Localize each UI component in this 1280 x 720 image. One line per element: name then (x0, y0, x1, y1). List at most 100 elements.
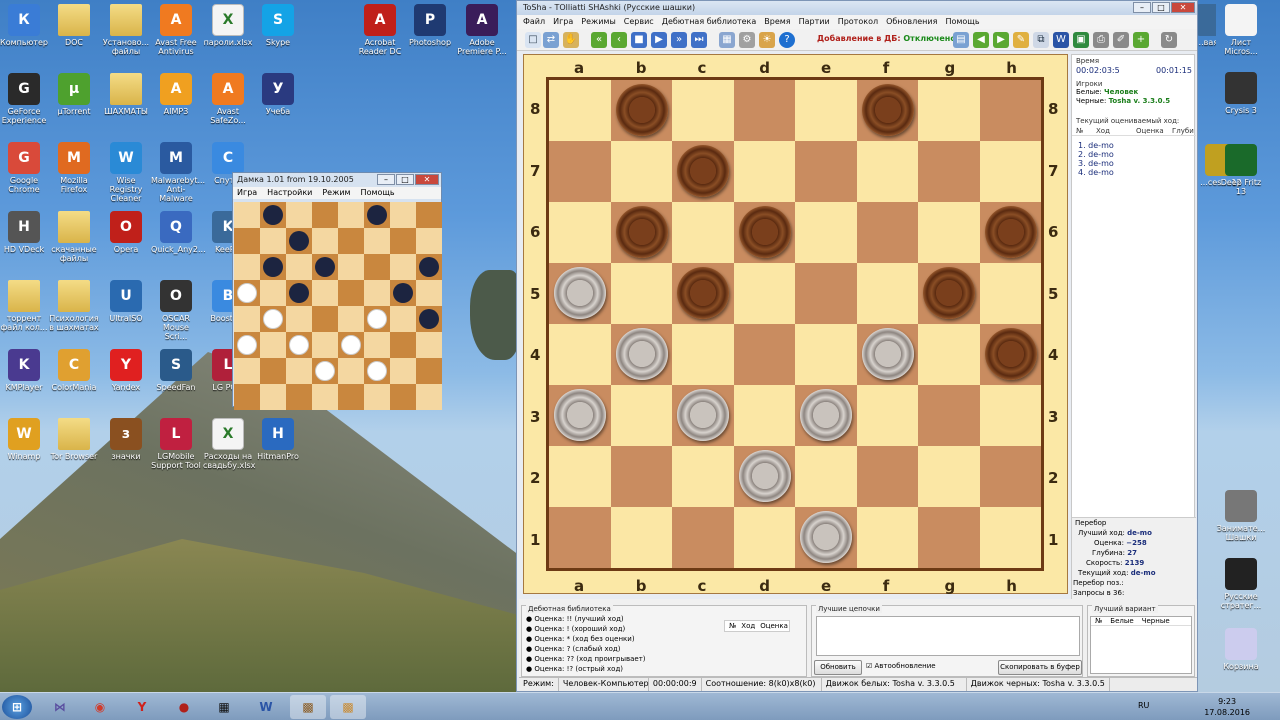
black-checker[interactable] (861, 84, 914, 136)
tosha-window[interactable]: ToSha - TOlliatti SHAshki (Русские шашки… (516, 0, 1198, 692)
black-checker[interactable] (615, 206, 668, 258)
damka-square[interactable] (312, 306, 338, 332)
black-checker[interactable] (984, 328, 1037, 380)
menu-service[interactable]: Сервис (624, 17, 654, 27)
damka-board[interactable] (234, 202, 442, 410)
damka-square[interactable] (416, 332, 442, 358)
damka-square[interactable] (260, 254, 286, 280)
damka-square[interactable] (416, 254, 442, 280)
damka-square[interactable] (286, 228, 312, 254)
damka-white-piece[interactable] (263, 309, 283, 329)
damka-black-piece[interactable] (263, 205, 283, 225)
desktop-shortcut[interactable]: L LGMobile Support Tool (151, 418, 201, 470)
refresh-button[interactable]: Обновить (814, 660, 862, 675)
menu-protocol[interactable]: Протокол (838, 17, 878, 27)
list-item[interactable]: 3. de-mo (1078, 159, 1114, 168)
board-square-f7[interactable] (856, 141, 918, 202)
damka-square[interactable] (260, 228, 286, 254)
best-variant-list[interactable]: № Белые Черные (1090, 616, 1192, 674)
damka-square[interactable] (234, 228, 260, 254)
white-checker[interactable] (861, 328, 914, 380)
menu-time[interactable]: Время (764, 17, 790, 27)
board-square-h2[interactable] (979, 446, 1041, 507)
board-square-a7[interactable] (549, 141, 611, 202)
damka-square[interactable] (286, 332, 312, 358)
damka-square[interactable] (260, 332, 286, 358)
board-square-b2[interactable] (610, 446, 672, 507)
damka-square[interactable] (390, 280, 416, 306)
desktop-shortcut[interactable]: У Учеба (253, 73, 303, 116)
board-square-d2[interactable] (733, 446, 795, 507)
list-item[interactable]: 2. de-mo (1078, 150, 1114, 159)
desktop-shortcut[interactable]: A Adobe Premiere P... (457, 4, 507, 56)
board-square-f1[interactable] (856, 507, 918, 568)
desktop-shortcut[interactable]: Установо... файлы (101, 4, 151, 56)
desktop-shortcut[interactable]: A Avast SafeZo... (203, 73, 253, 125)
menu-updates[interactable]: Обновления (886, 17, 937, 27)
copy-to-buffer-button[interactable]: Скопировать в буфер (998, 660, 1082, 675)
damka-square[interactable] (234, 254, 260, 280)
damka-black-piece[interactable] (263, 257, 283, 277)
desktop-shortcut[interactable]: Лист Micros... (1216, 4, 1266, 56)
desktop-shortcut[interactable]: K KMPlayer (0, 349, 49, 392)
white-checker[interactable] (800, 389, 852, 441)
board-square-a3[interactable] (549, 385, 611, 446)
damka-square[interactable] (364, 332, 390, 358)
menu-modes[interactable]: Режимы (581, 17, 616, 27)
board-square-d6[interactable] (733, 202, 795, 263)
hand-icon[interactable]: ✋ (563, 32, 579, 48)
board-square-b3[interactable] (610, 385, 672, 446)
damka-square[interactable] (286, 254, 312, 280)
desktop-shortcut[interactable]: A AIMP3 (151, 73, 201, 116)
desktop-shortcut[interactable]: X Расходы на свадьбу.xlsx (203, 418, 255, 470)
board-square-a6[interactable] (549, 202, 611, 263)
damka-square[interactable] (338, 358, 364, 384)
yandex-taskbar-icon[interactable]: Y (124, 695, 160, 719)
desktop-shortcut[interactable]: S Skype (253, 4, 303, 47)
close-icon[interactable]: ✕ (1171, 2, 1195, 13)
damka-square[interactable] (234, 306, 260, 332)
damka-white-piece[interactable] (367, 309, 387, 329)
word-taskbar-icon[interactable]: W (248, 695, 284, 719)
board-square-h3[interactable] (979, 385, 1041, 446)
board-square-c4[interactable] (672, 324, 734, 385)
desktop-shortcut[interactable]: Q Quick_Any2... (151, 211, 206, 254)
damka-square[interactable] (364, 202, 390, 228)
damka-square[interactable] (338, 202, 364, 228)
desktop-shortcut[interactable]: H HD VDeck (0, 211, 49, 254)
damka-square[interactable] (312, 228, 338, 254)
help-icon[interactable]: ? (779, 32, 795, 48)
damka-menu-mode[interactable]: Режим (322, 188, 350, 198)
desktop-shortcut[interactable]: Crysis 3 (1216, 72, 1266, 115)
board-square-c3[interactable] (672, 385, 734, 446)
damka-white-piece[interactable] (341, 335, 361, 355)
black-checker[interactable] (923, 267, 975, 319)
desktop-shortcut[interactable]: Y Yandex (101, 349, 151, 392)
board-square-c5[interactable] (672, 263, 734, 324)
white-checker[interactable] (738, 450, 791, 502)
damka-square[interactable] (416, 306, 442, 332)
opera-taskbar-icon[interactable]: ● (166, 695, 202, 719)
desktop-shortcut[interactable]: M Malwarebyt... Anti-Malware (151, 142, 205, 203)
desktop-shortcut[interactable]: O Opera (101, 211, 151, 254)
next-move-icon[interactable]: » (671, 32, 687, 48)
damka-square[interactable] (338, 306, 364, 332)
first-move-icon[interactable]: « (591, 32, 607, 48)
damka-menu-settings[interactable]: Настройки (267, 188, 312, 198)
board-square-b1[interactable] (610, 507, 672, 568)
maximize-icon[interactable]: □ (1152, 2, 1170, 13)
play-icon[interactable]: ▶ (651, 32, 667, 48)
damka-black-piece[interactable] (419, 257, 439, 277)
minimize-icon[interactable]: – (1133, 2, 1151, 13)
board-square-f3[interactable] (856, 385, 918, 446)
board-square-h5[interactable] (979, 263, 1041, 324)
board-square-c7[interactable] (672, 141, 734, 202)
board-square-a8[interactable] (549, 80, 611, 141)
damka-menu-help[interactable]: Помощь (361, 188, 395, 198)
damka-square[interactable] (416, 358, 442, 384)
damka-square[interactable] (260, 384, 286, 410)
board-square-e7[interactable] (795, 141, 857, 202)
desktop-shortcut[interactable]: торрент файл кол... (0, 280, 49, 332)
damka-square[interactable] (260, 280, 286, 306)
menu-games[interactable]: Партии (799, 17, 830, 27)
